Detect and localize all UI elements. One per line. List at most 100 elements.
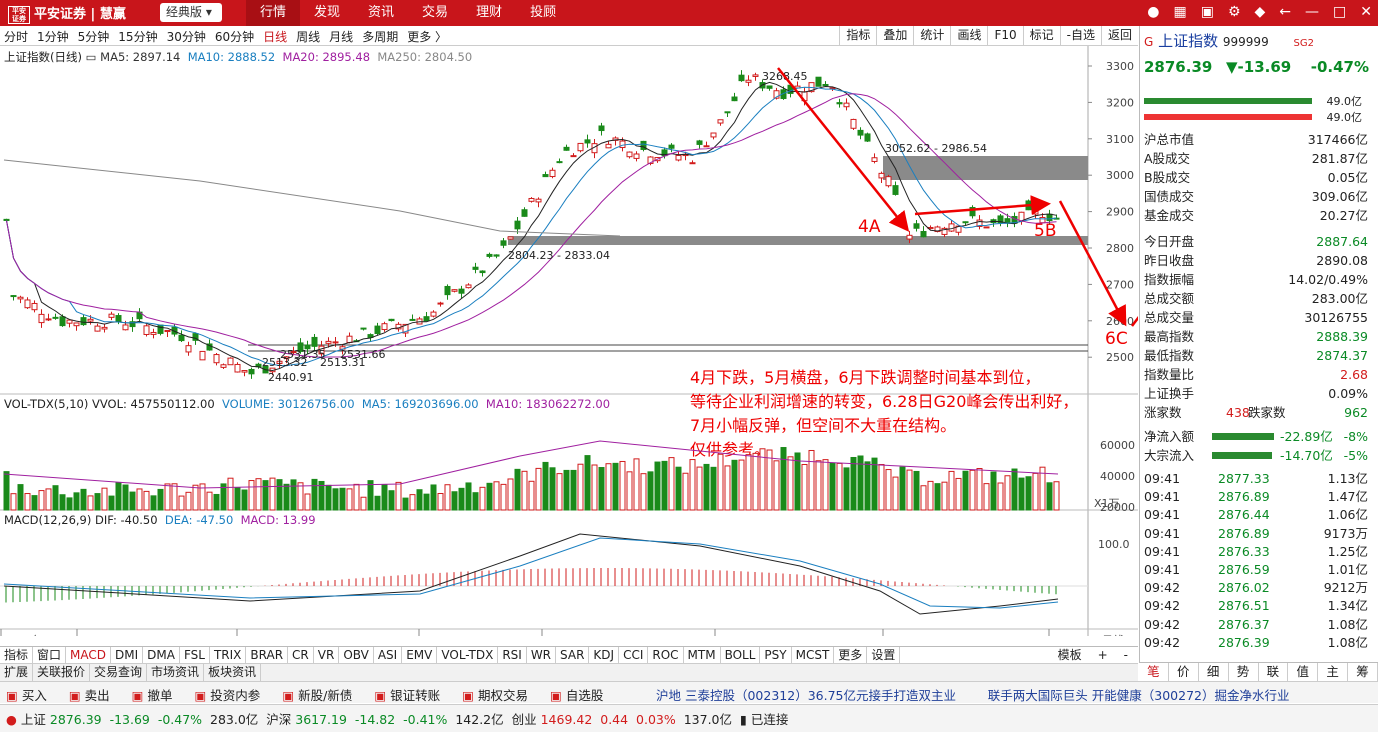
nav-advisor[interactable]: 投顾 [516,0,570,26]
indicator-tab-13[interactable]: VOL-TDX [437,647,499,664]
period-9[interactable]: 多周期 [362,28,398,45]
indicator-tab-5[interactable]: FSL [180,647,210,664]
close-icon[interactable]: ✕ [1360,4,1372,20]
period-7[interactable]: 周线 [296,28,320,45]
quote-tab-6[interactable]: 主 [1318,663,1349,681]
volume-bar [647,471,654,511]
bottom-tab-3[interactable]: 市场资讯 [147,664,205,681]
tool-4[interactable]: F10 [987,26,1022,45]
gear-icon[interactable]: ⚙ [1228,4,1241,20]
tick-row: 09:41 2876.33 1.25亿 [1144,542,1368,561]
tool-2[interactable]: 统计 [913,26,950,45]
volume-bar [703,463,710,511]
nav-news[interactable]: 资讯 [354,0,408,26]
trade-action-4[interactable]: ▣ 新股/新债 [282,685,352,704]
minimize-icon[interactable]: — [1305,4,1319,20]
period-6[interactable]: 日线 [263,28,287,45]
bottom-tab-4[interactable]: 板块资讯 [204,664,262,681]
period-5[interactable]: 60分钟 [215,28,254,45]
trade-action-2[interactable]: ▣ 撤单 [132,685,173,704]
edition-select[interactable]: 经典版 ▾ [160,3,222,22]
trade-action-5[interactable]: ▣ 银证转账 [374,685,440,704]
indicator-tab-4[interactable]: DMA [143,647,180,664]
volume-bar [633,458,640,511]
trade-action-7[interactable]: ▣ 自选股 [550,685,603,704]
indicator-tab-6[interactable]: TRIX [210,647,247,664]
indicator-tab-24[interactable]: 更多 [834,647,868,664]
back-icon[interactable]: ← [1279,4,1291,20]
period-2[interactable]: 5分钟 [78,28,110,45]
user-icon[interactable]: ● [1147,4,1159,20]
period-3[interactable]: 15分钟 [118,28,157,45]
quote-tab-1[interactable]: 价 [1169,663,1199,681]
indicator-tab-7[interactable]: BRAR [246,647,289,664]
nav-discover[interactable]: 发现 [300,0,354,26]
trade-action-6[interactable]: ▣ 期权交易 [462,685,528,704]
nav-finance[interactable]: 理财 [462,0,516,26]
indicator-tab-17[interactable]: KDJ [589,647,620,664]
trade-action-3[interactable]: ▣ 投资内参 [194,685,260,704]
indicator-tab-25[interactable]: 设置 [867,647,901,664]
tool-1[interactable]: 叠加 [876,26,913,45]
indicator-tab-12[interactable]: EMV [402,647,438,664]
tick-row: 09:41 2876.89 1.47亿 [1144,487,1368,506]
quote-tab-3[interactable]: 势 [1229,663,1259,681]
maximize-icon[interactable]: □ [1333,4,1346,20]
period-8[interactable]: 月线 [329,28,353,45]
trade-action-1[interactable]: ▣ 卖出 [69,685,110,704]
bottom-tab-0[interactable]: 扩展 [0,664,34,681]
period-4[interactable]: 30分钟 [167,28,206,45]
action-icon: ▣ [282,688,295,703]
indicator-tab-22[interactable]: PSY [760,647,792,664]
volume-bar [66,497,73,511]
indicator-tab-0[interactable]: 指标 [0,647,34,664]
kline-chart-area[interactable]: 3300320031003000290028002700260025003268… [0,46,1138,636]
volume-bar [360,496,367,511]
shirt-icon[interactable]: ◆ [1255,4,1266,20]
indicator-tab-2[interactable]: MACD [66,647,112,664]
volume-bar [486,482,493,511]
tool-6[interactable]: -自选 [1059,26,1101,45]
indicator-tab-3[interactable]: DMI [111,647,144,664]
screen-icon[interactable]: ▣ [1201,4,1214,20]
quote-tab-4[interactable]: 联 [1259,663,1289,681]
quote-tab-5[interactable]: 值 [1288,663,1319,681]
nav-trade[interactable]: 交易 [408,0,462,26]
nav-market[interactable]: 行情 [246,0,301,26]
indicator-tab-1[interactable]: 窗口 [33,647,67,664]
action-label: 买入 [21,688,47,703]
quote-tab-7[interactable]: 筹 [1348,663,1378,681]
period-10[interactable]: 更多 〉 [407,28,447,45]
bottom-tab-2[interactable]: 交易查询 [90,664,148,681]
volume-bar [31,495,38,511]
indicator-tab-19[interactable]: ROC [648,647,684,664]
indicator-tab-21[interactable]: BOLL [721,647,761,664]
indicator-tab-8[interactable]: CR [288,647,314,664]
tool-5[interactable]: 标记 [1022,26,1060,45]
news-ticker[interactable]: 沪地 三泰控股（002312）36.75亿元接手打造双主业 联手两大国际巨头 开… [656,685,1289,704]
grid-icon[interactable]: ▦ [1173,4,1186,20]
bottom-tab-1[interactable]: 关联报价 [33,664,91,681]
tool-0[interactable]: 指标 [839,26,876,45]
indicator-tab-10[interactable]: OBV [339,647,374,664]
indicator-tab-16[interactable]: SAR [556,647,590,664]
indicator-right-1[interactable]: + [1094,647,1112,664]
indicator-tab-11[interactable]: ASI [374,647,403,664]
quote-tab-2[interactable]: 细 [1199,663,1229,681]
tool-3[interactable]: 画线 [950,26,987,45]
candle-body [675,154,682,161]
vol-unit: X1万 [1094,497,1120,510]
indicator-right-2[interactable]: - [1120,647,1132,664]
tool-7[interactable]: 返回 [1100,26,1138,45]
period-1[interactable]: 1分钟 [37,28,69,45]
period-0[interactable]: 分时 [4,28,28,45]
indicator-tab-18[interactable]: CCI [619,647,649,664]
indicator-tab-23[interactable]: MCST [792,647,835,664]
quote-tab-0[interactable]: 笔 [1139,663,1169,681]
indicator-tab-20[interactable]: MTM [684,647,721,664]
indicator-right-0[interactable]: 模板 [1054,647,1086,664]
indicator-tab-15[interactable]: WR [527,647,557,664]
trade-action-0[interactable]: ▣ 买入 [6,685,47,704]
indicator-tab-9[interactable]: VR [314,647,340,664]
indicator-tab-14[interactable]: RSI [498,647,527,664]
